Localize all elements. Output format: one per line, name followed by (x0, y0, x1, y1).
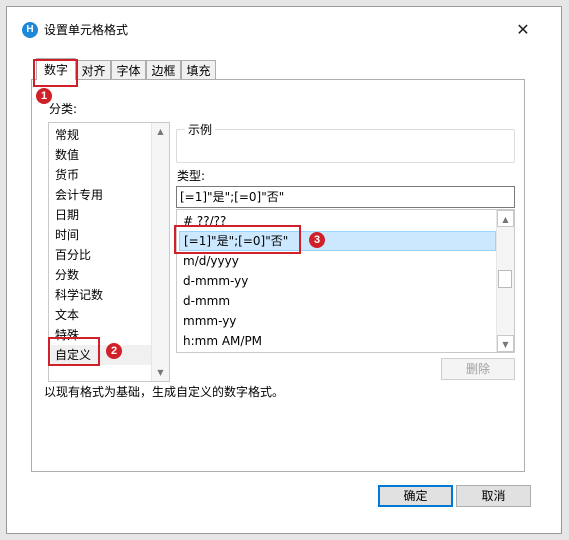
category-item[interactable]: 货币 (55, 165, 79, 185)
category-item[interactable]: 时间 (55, 225, 79, 245)
scroll-up-icon[interactable]: ▲ (497, 210, 514, 227)
tab-alignment[interactable]: 对齐 (76, 60, 111, 80)
app-logo-icon: H (22, 22, 38, 38)
scroll-up-icon[interactable]: ▲ (152, 123, 169, 140)
category-item[interactable]: 文本 (55, 305, 79, 325)
description-text: 以现有格式为基础，生成自定义的数字格式。 (44, 385, 285, 399)
scroll-down-icon[interactable]: ▼ (497, 335, 514, 352)
category-item[interactable]: 会计专用 (55, 185, 103, 205)
tab-border[interactable]: 边框 (146, 60, 181, 80)
tab-font[interactable]: 字体 (111, 60, 146, 80)
ok-button[interactable]: 确定 (378, 485, 453, 507)
category-scrollbar[interactable]: ▲ ▼ (151, 123, 169, 381)
type-label: 类型: (177, 169, 206, 183)
highlight-custom-category (48, 337, 100, 366)
scroll-thumb[interactable] (498, 270, 512, 288)
type-scrollbar[interactable]: ▲ ▼ (496, 210, 514, 352)
close-icon[interactable]: ✕ (513, 20, 533, 40)
category-item[interactable]: 百分比 (55, 245, 91, 265)
type-item[interactable]: m/d/yyyy (183, 251, 239, 271)
highlight-tab-number (33, 59, 78, 87)
cancel-button[interactable]: 取消 (456, 485, 531, 507)
delete-button[interactable]: 删除 (441, 358, 515, 380)
annotation-badge-3: 3 (309, 232, 325, 248)
category-item[interactable]: 数值 (55, 145, 79, 165)
category-item[interactable]: 日期 (55, 205, 79, 225)
annotation-badge-1: 1 (36, 88, 52, 104)
type-item[interactable]: d-mmm-yy (183, 271, 248, 291)
sample-group (176, 129, 515, 163)
sample-label: 示例 (185, 123, 216, 137)
type-input[interactable]: [=1]"是";[=0]"否" (176, 186, 515, 208)
tab-fill[interactable]: 填充 (181, 60, 216, 80)
category-item[interactable]: 科学记数 (55, 285, 103, 305)
dialog-title: 设置单元格格式 (44, 23, 129, 37)
type-item[interactable]: h:mm AM/PM (183, 331, 262, 351)
category-label: 分类: (49, 102, 78, 116)
highlight-selected-format (174, 225, 301, 254)
tab-panel-number: 分类: 常规 数值 货币 会计专用 日期 时间 百分比 分数 科学记数 文本 特… (31, 79, 525, 472)
type-item[interactable]: mmm-yy (183, 311, 236, 331)
annotation-badge-2: 2 (106, 343, 122, 359)
category-item[interactable]: 分数 (55, 265, 79, 285)
type-item[interactable]: d-mmm (183, 291, 230, 311)
category-item[interactable]: 常规 (55, 125, 79, 145)
scroll-down-icon[interactable]: ▼ (152, 364, 169, 381)
